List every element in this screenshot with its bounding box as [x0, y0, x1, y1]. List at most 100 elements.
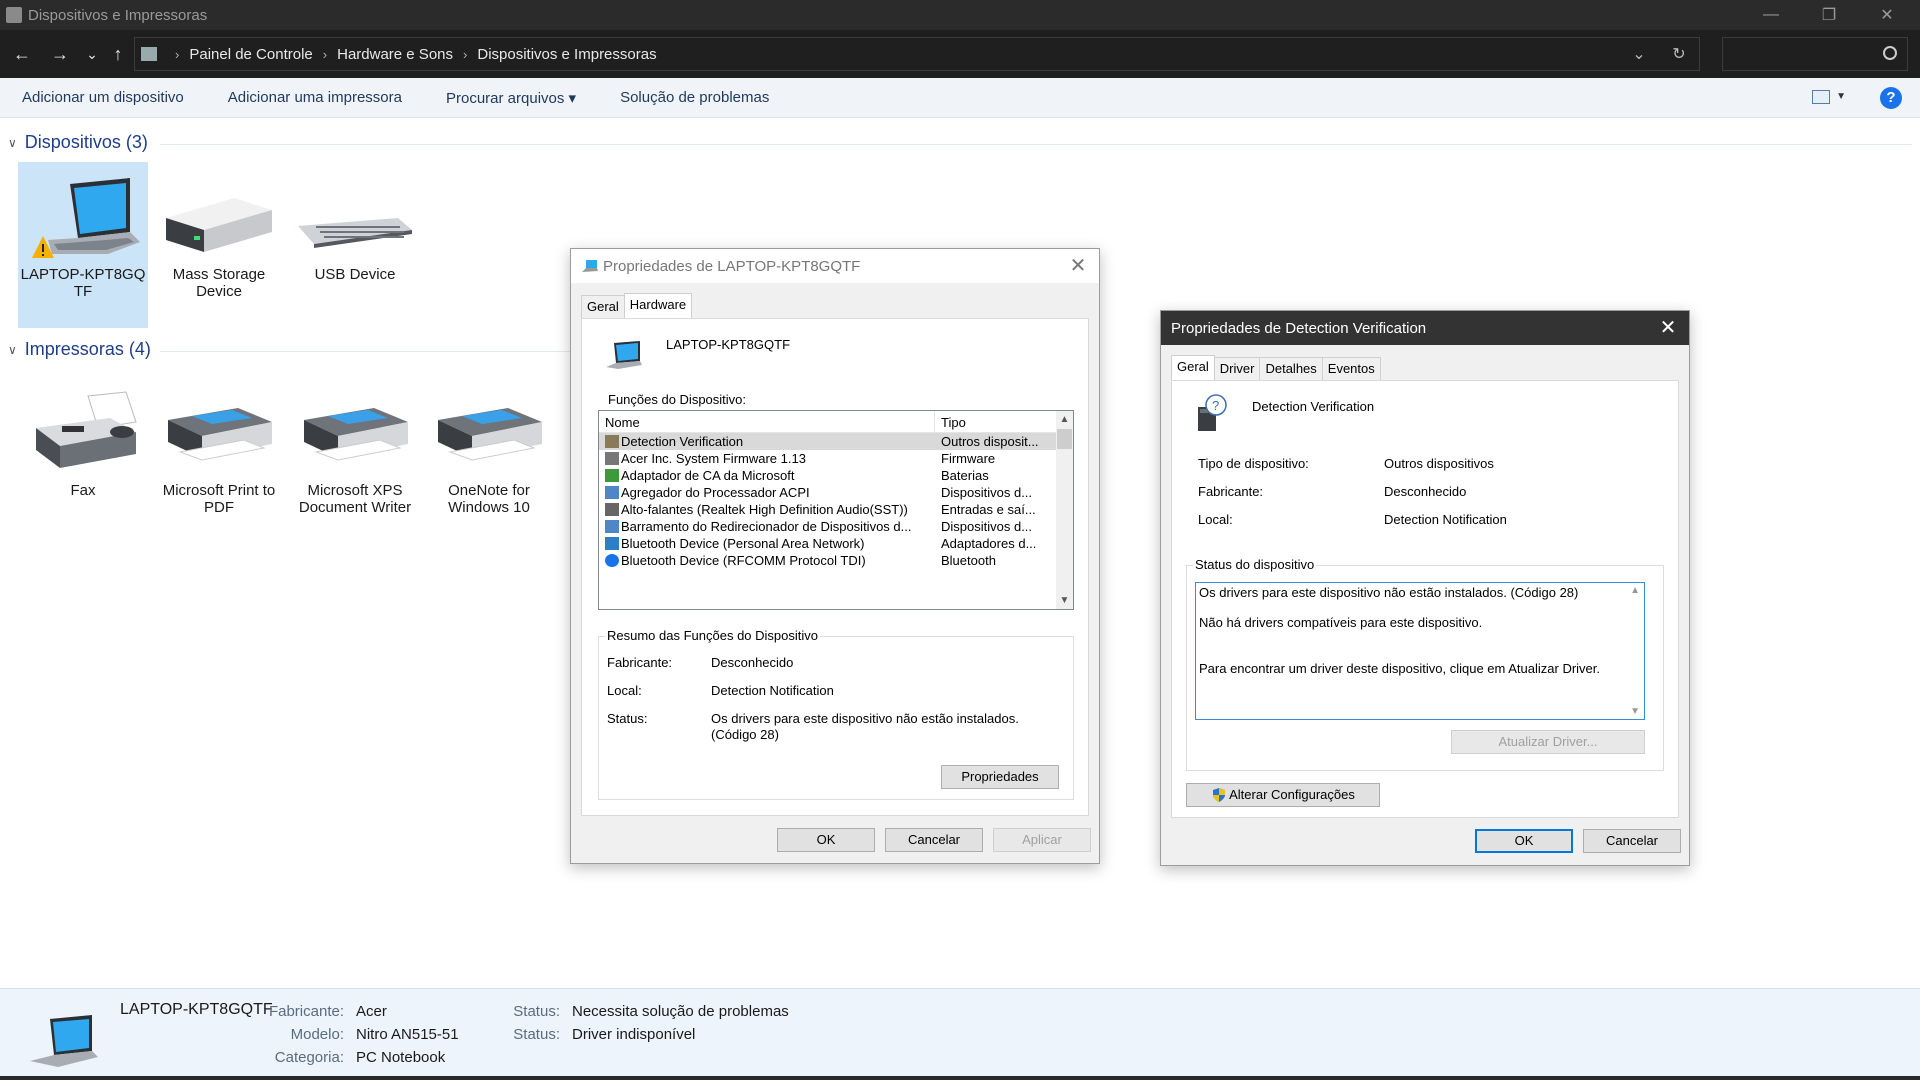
close-window-button[interactable]: ✕	[1858, 0, 1916, 30]
up-button[interactable]: ↑	[106, 42, 130, 66]
scroll-up-icon[interactable]: ▲	[1056, 411, 1073, 428]
list-item[interactable]: Agregador do Processador ACPI Dispositiv…	[599, 484, 1073, 501]
help-icon[interactable]: ?	[1880, 87, 1902, 109]
tab-driver[interactable]: Driver	[1213, 357, 1261, 382]
list-scrollbar[interactable]: ▲ ▼	[1056, 411, 1073, 609]
cancel-button[interactable]: Cancelar	[1583, 829, 1681, 853]
item-type: Dispositivos d...	[941, 485, 1033, 500]
list-item[interactable]: Barramento do Redirecionador de Disposit…	[599, 518, 1073, 535]
printer-ms-xps[interactable]: Microsoft XPS Document Writer	[290, 378, 420, 516]
printer-fax[interactable]: Fax	[18, 378, 148, 499]
model-value: Nitro AN515-51	[356, 1026, 459, 1043]
summary-legend: Resumo das Funções do Dispositivo	[605, 628, 820, 643]
item-name: Adaptador de CA da Microsoft	[621, 468, 795, 483]
recent-locations-button[interactable]: ⌄	[80, 42, 104, 66]
printer-ms-pdf[interactable]: Microsoft Print to PDF	[154, 378, 284, 516]
printer-label: OneNote for Windows 10	[448, 482, 530, 516]
window-title: Dispositivos e Impressoras	[28, 6, 208, 24]
refresh-button[interactable]: ↻	[1659, 44, 1699, 64]
taskbar-edge	[0, 1076, 1920, 1080]
dialog-title: Propriedades de Detection Verification	[1171, 319, 1427, 337]
list-item[interactable]: Bluetooth Device (RFCOMM Protocol TDI) B…	[599, 552, 1073, 569]
properties-button[interactable]: Propriedades	[941, 765, 1059, 789]
manufacturer-value: Desconhecido	[1384, 484, 1467, 499]
firmware-icon	[605, 452, 619, 465]
browse-files-button[interactable]: Procurar arquivos ▾	[424, 89, 598, 107]
apply-button[interactable]: Aplicar	[993, 828, 1091, 852]
network-adapter-icon	[605, 537, 619, 550]
search-input[interactable]	[1722, 37, 1908, 71]
close-icon[interactable]: ✕	[1065, 253, 1091, 279]
device-usb[interactable]: USB Device	[290, 162, 420, 283]
chevron-down-icon[interactable]: ∨	[8, 136, 17, 150]
devices-group-header[interactable]: ∨ Dispositivos (3)	[8, 132, 148, 153]
dialog-titlebar[interactable]: Propriedades de Detection Verification ✕	[1161, 311, 1689, 345]
breadcrumb-control-panel[interactable]: Painel de Controle	[189, 46, 312, 63]
manufacturer-label: Fabricante:	[607, 655, 673, 670]
device-laptop[interactable]: LAPTOP-KPT8GQ TF	[18, 162, 148, 328]
unknown-device-icon: ?	[1198, 394, 1227, 431]
change-settings-button[interactable]: Alterar Configurações	[1186, 783, 1380, 807]
ok-button[interactable]: OK	[777, 828, 875, 852]
address-bar[interactable]: › Painel de Controle › Hardware e Sons ›…	[134, 37, 1700, 71]
laptop-icon	[30, 1015, 98, 1067]
location-label: Local:	[1198, 512, 1233, 527]
tab-hardware[interactable]: Hardware	[623, 293, 693, 318]
chevron-down-icon[interactable]: ∨	[8, 343, 17, 357]
tab-events[interactable]: Eventos	[1321, 357, 1381, 382]
list-item[interactable]: Adaptador de CA da Microsoft Baterias	[599, 467, 1073, 484]
cancel-button[interactable]: Cancelar	[885, 828, 983, 852]
bluetooth-icon	[605, 554, 619, 567]
laptop-icon	[606, 341, 642, 369]
scroll-down-icon[interactable]: ▼	[1630, 706, 1640, 717]
add-printer-button[interactable]: Adicionar uma impressora	[206, 89, 424, 106]
scroll-up-icon[interactable]: ▲	[1630, 585, 1640, 596]
tab-general[interactable]: Geral	[1171, 355, 1215, 380]
item-name: Bluetooth Device (RFCOMM Protocol TDI)	[621, 553, 866, 568]
hard-drive-icon	[154, 162, 284, 262]
printers-group-header[interactable]: ∨ Impressoras (4)	[8, 339, 151, 360]
function-summary-group: Resumo das Funções do Dispositivo Fabric…	[598, 628, 1074, 800]
back-button[interactable]: ←	[10, 42, 34, 66]
list-item[interactable]: Acer Inc. System Firmware 1.13 Firmware	[599, 450, 1073, 467]
list-item[interactable]: Detection Verification Outros disposit..…	[599, 433, 1073, 450]
status-line: Não há drivers compatíveis para este dis…	[1199, 615, 1483, 630]
breadcrumb-devices-printers[interactable]: Dispositivos e Impressoras	[477, 46, 656, 63]
devices-printers-icon	[6, 7, 22, 23]
troubleshoot-button[interactable]: Solução de problemas	[598, 89, 791, 106]
printer-icon	[424, 378, 554, 478]
breadcrumb-hardware-sound[interactable]: Hardware e Sons	[337, 46, 453, 63]
functions-list[interactable]: Nome Tipo Detection Verification Outros …	[598, 410, 1074, 610]
device-label: Mass Storage Device	[172, 266, 266, 300]
restore-button[interactable]: ❐	[1800, 0, 1858, 30]
list-item[interactable]: Bluetooth Device (Personal Area Network)…	[599, 535, 1073, 552]
close-icon[interactable]: ✕	[1655, 315, 1681, 341]
forward-button[interactable]: →	[48, 42, 72, 66]
view-options-chevron-icon[interactable]: ▼	[1836, 91, 1846, 102]
item-type: Bluetooth	[941, 553, 996, 568]
device-status-text[interactable]: Os drivers para este dispositivo não est…	[1195, 582, 1645, 720]
dialog-titlebar[interactable]: Propriedades de LAPTOP-KPT8GQTF ✕	[571, 249, 1099, 283]
system-device-icon	[605, 486, 619, 499]
tab-general[interactable]: Geral	[581, 295, 625, 320]
update-driver-button[interactable]: Atualizar Driver...	[1451, 730, 1645, 754]
scroll-down-icon[interactable]: ▼	[1056, 592, 1073, 609]
item-name: Detection Verification	[621, 434, 744, 449]
address-dropdown-button[interactable]: ⌄	[1619, 44, 1659, 64]
column-header-type[interactable]: Tipo	[935, 411, 1045, 432]
status-value: Os drivers para este dispositivo não est…	[711, 711, 1019, 742]
ok-button[interactable]: OK	[1475, 829, 1573, 853]
tab-details[interactable]: Detalhes	[1259, 357, 1323, 382]
add-device-button[interactable]: Adicionar um dispositivo	[0, 89, 206, 106]
printer-onenote[interactable]: OneNote for Windows 10	[424, 378, 554, 516]
breadcrumb-separator: ›	[322, 46, 328, 62]
item-name: Alto-falantes (Realtek High Definition A…	[621, 502, 908, 517]
scrollbar-thumb[interactable]	[1057, 429, 1072, 449]
minimize-button[interactable]: —	[1742, 0, 1800, 30]
column-header-name[interactable]: Nome	[599, 411, 935, 432]
device-name: Detection Verification	[1252, 399, 1375, 414]
list-item[interactable]: Alto-falantes (Realtek High Definition A…	[599, 501, 1073, 518]
functions-label: Funções do Dispositivo:	[608, 392, 747, 407]
change-view-icon[interactable]	[1812, 90, 1830, 104]
device-mass-storage[interactable]: Mass Storage Device	[154, 162, 284, 300]
